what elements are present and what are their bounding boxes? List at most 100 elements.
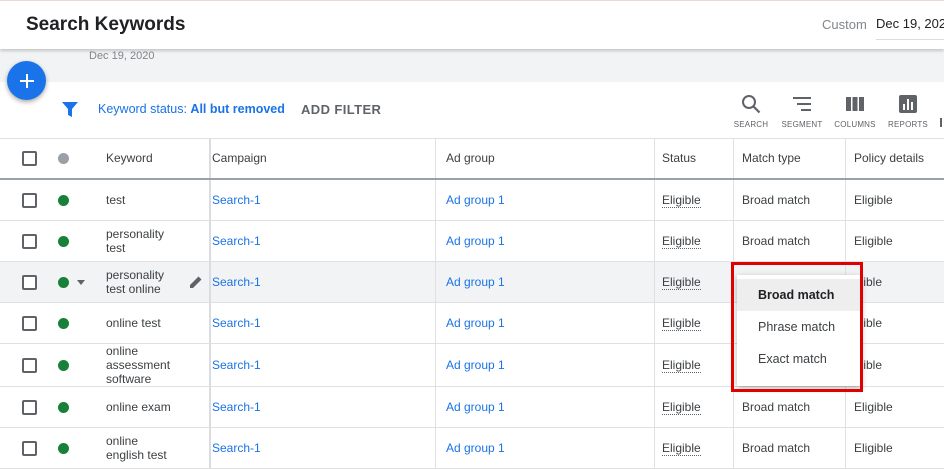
table-row[interactable]: personality test Search-1 Ad group 1 Eligib… <box>0 221 944 262</box>
ad-group-link[interactable]: Ad group 1 <box>446 234 505 248</box>
enabled-status-dot-icon[interactable] <box>58 317 69 329</box>
chevron-down-icon[interactable] <box>77 279 85 285</box>
column-divider <box>845 139 846 178</box>
table-row[interactable]: online english test Search-1 Ad group 1 Eli… <box>0 428 944 469</box>
plus-icon <box>19 73 34 88</box>
date-range-picker[interactable]: Dec 19, 2020 <box>876 16 944 40</box>
match-type-cell[interactable]: Broad match <box>742 387 810 427</box>
ad-group-link[interactable]: Ad group 1 <box>446 400 505 414</box>
keyword-text[interactable]: personality test online <box>106 268 176 296</box>
keyword-text[interactable]: online test <box>106 316 161 330</box>
match-type-cell[interactable]: Broad match <box>742 180 810 220</box>
reports-tool-button[interactable]: REPORTS <box>883 94 933 129</box>
row-checkbox[interactable] <box>22 192 37 208</box>
table-row[interactable]: online exam Search-1 Ad group 1 Eligible Bro… <box>0 387 944 428</box>
campaign-column-header[interactable]: Campaign <box>212 139 267 178</box>
date-range-type-label: Custom <box>822 17 867 32</box>
status-column-header[interactable]: Status <box>662 139 696 178</box>
status-text[interactable]: Eligible <box>662 193 701 208</box>
search-icon <box>742 95 761 114</box>
campaign-cell: Search-1 <box>212 262 261 302</box>
row-checkbox[interactable] <box>22 440 37 456</box>
ad-group-link[interactable]: Ad group 1 <box>446 193 505 207</box>
campaign-link[interactable]: Search-1 <box>212 234 261 248</box>
match-type-cell[interactable]: Broad match <box>742 428 810 468</box>
campaign-cell: Search-1 <box>212 344 261 386</box>
column-divider <box>435 180 436 220</box>
column-divider <box>654 180 655 220</box>
segment-tool-button[interactable]: SEGMENT <box>777 94 827 129</box>
row-checkbox[interactable] <box>22 357 37 373</box>
keyword-text[interactable]: online assessment software <box>106 344 176 386</box>
add-button[interactable] <box>7 61 46 100</box>
campaign-link[interactable]: Search-1 <box>212 275 261 289</box>
ad-group-cell: Ad group 1 <box>446 180 505 220</box>
table-header: Keyword Campaign Ad group Status Match t… <box>0 139 944 180</box>
enabled-status-dot-icon[interactable] <box>58 442 69 454</box>
table-row[interactable]: test Search-1 Ad group 1 Eligible Broad matc… <box>0 180 944 221</box>
select-all-checkbox[interactable] <box>22 151 37 166</box>
policy-details-cell: Eligible <box>854 441 893 455</box>
enabled-status-dot-icon[interactable] <box>58 276 69 288</box>
row-select-cell <box>22 221 37 261</box>
keyword-text[interactable]: personality test <box>106 227 176 255</box>
row-checkbox[interactable] <box>22 233 37 249</box>
ad-group-link[interactable]: Ad group 1 <box>446 441 505 455</box>
campaign-cell: Search-1 <box>212 221 261 261</box>
campaign-link[interactable]: Search-1 <box>212 400 261 414</box>
keyword-column-header[interactable]: Keyword <box>106 139 153 178</box>
campaign-cell: Search-1 <box>212 387 261 427</box>
frozen-column-divider <box>209 180 211 220</box>
status-text[interactable]: Eligible <box>662 275 701 290</box>
funnel-icon[interactable] <box>61 101 79 118</box>
column-divider <box>654 428 655 468</box>
row-checkbox[interactable] <box>22 274 37 290</box>
add-filter-button[interactable]: ADD FILTER <box>301 102 381 117</box>
match-type-cell[interactable]: Broad match <box>742 221 810 261</box>
match-type-column-header[interactable]: Match type <box>742 139 801 178</box>
status-text[interactable]: Eligible <box>662 400 701 415</box>
status-cell: Eligible <box>662 428 701 468</box>
ad-group-link[interactable]: Ad group 1 <box>446 275 505 289</box>
status-text[interactable]: Eligible <box>662 234 701 249</box>
ad-group-column-header[interactable]: Ad group <box>446 139 495 178</box>
search-tool-button[interactable]: SEARCH <box>726 94 776 129</box>
policy-details-column-header[interactable]: Policy details <box>854 139 924 178</box>
frozen-column-divider <box>209 387 211 427</box>
status-text[interactable]: Eligible <box>662 316 701 331</box>
campaign-link[interactable]: Search-1 <box>212 193 261 207</box>
column-divider <box>845 180 846 220</box>
pencil-icon[interactable] <box>188 274 204 290</box>
campaign-link[interactable]: Search-1 <box>212 441 261 455</box>
keyword-text[interactable]: test <box>106 193 125 207</box>
enabled-status-dot-icon[interactable] <box>58 359 69 371</box>
status-dot-cell <box>58 221 69 261</box>
column-divider <box>733 139 734 178</box>
keyword-status-filter[interactable]: Keyword status: All but removed <box>98 102 285 116</box>
ad-group-cell: Ad group 1 <box>446 344 505 386</box>
campaign-link[interactable]: Search-1 <box>212 358 261 372</box>
campaign-link[interactable]: Search-1 <box>212 316 261 330</box>
keyword-text[interactable]: online english test <box>106 434 176 462</box>
ad-group-link[interactable]: Ad group 1 <box>446 316 505 330</box>
row-checkbox[interactable] <box>22 315 37 331</box>
enabled-status-dot-icon[interactable] <box>58 235 69 247</box>
enabled-status-dot-icon[interactable] <box>58 194 69 206</box>
column-divider <box>435 139 436 178</box>
status-text[interactable]: Eligible <box>662 358 701 373</box>
campaign-cell: Search-1 <box>212 303 261 343</box>
ad-group-cell: Ad group 1 <box>446 221 505 261</box>
policy-details-cell: Eligible <box>854 234 893 248</box>
column-divider <box>654 387 655 427</box>
ad-group-cell: Ad group 1 <box>446 387 505 427</box>
status-cell: Eligible <box>662 262 701 302</box>
row-checkbox[interactable] <box>22 399 37 415</box>
campaign-cell: Search-1 <box>212 428 261 468</box>
column-divider <box>733 428 734 468</box>
status-text[interactable]: Eligible <box>662 441 701 456</box>
ad-group-cell: Ad group 1 <box>446 303 505 343</box>
keyword-text[interactable]: online exam <box>106 400 171 414</box>
ad-group-link[interactable]: Ad group 1 <box>446 358 505 372</box>
enabled-status-dot-icon[interactable] <box>58 401 69 413</box>
columns-tool-button[interactable]: COLUMNS <box>830 94 880 129</box>
